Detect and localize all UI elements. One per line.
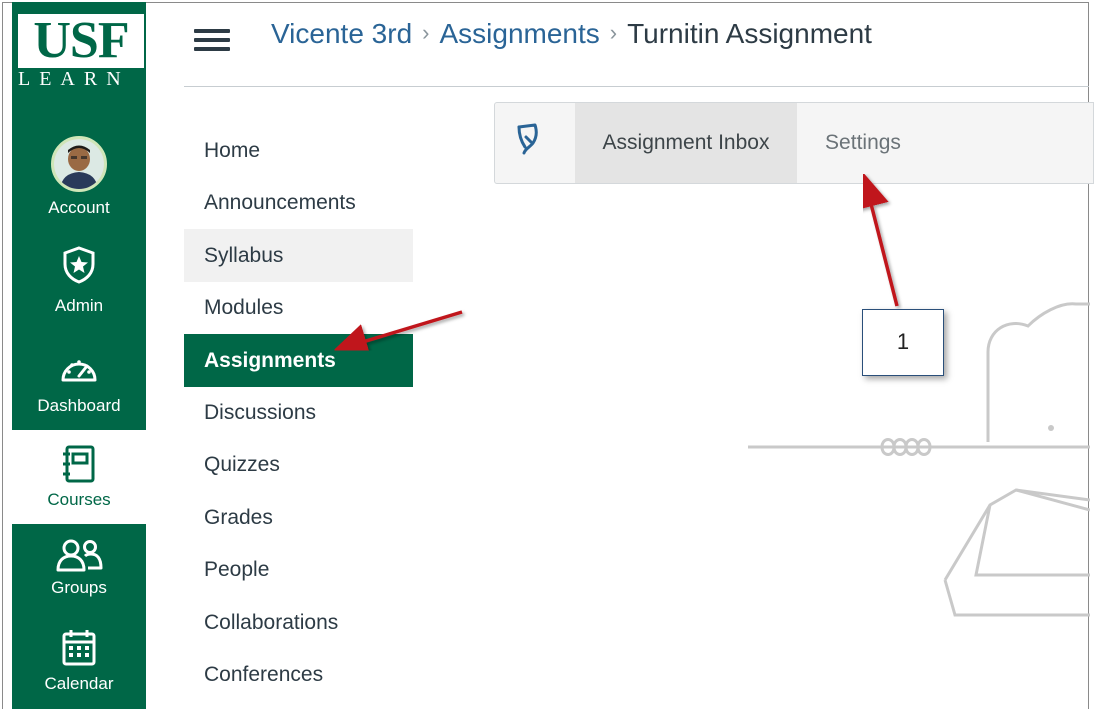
course-nav-quizzes[interactable]: Quizzes: [184, 438, 413, 491]
global-nav-label: Groups: [51, 578, 107, 597]
tab-assignment-inbox[interactable]: Assignment Inbox: [575, 103, 797, 183]
course-nav-announcements[interactable]: Announcements: [184, 176, 413, 229]
usf-learn-logo[interactable]: USF LEARN: [12, 2, 146, 122]
global-nav-label: Dashboard: [37, 396, 121, 415]
global-nav-label: Courses: [47, 490, 111, 509]
logo-usf-text: USF: [18, 14, 144, 68]
breadcrumb-course-link[interactable]: Vicente 3rd: [271, 18, 412, 49]
course-nav-home[interactable]: Home: [184, 124, 413, 177]
shield-star-icon: [63, 246, 95, 284]
header-divider: [184, 86, 1089, 87]
global-nav-admin[interactable]: Admin: [12, 234, 146, 328]
hamburger-menu-icon[interactable]: [194, 29, 230, 51]
course-nav-discussions[interactable]: Discussions: [184, 386, 413, 439]
tab-settings[interactable]: Settings: [797, 103, 929, 183]
global-nav-groups[interactable]: Groups: [12, 528, 146, 620]
annotation-callout: 1: [862, 309, 944, 376]
turnitin-icon[interactable]: [495, 103, 575, 183]
notebook-icon: [63, 445, 95, 483]
course-nav-assignments[interactable]: Assignments: [184, 334, 413, 387]
course-nav-grades[interactable]: Grades: [184, 491, 413, 544]
breadcrumb: Vicente 3rd › Assignments › Turnitin Assignm…: [271, 18, 872, 50]
avatar: [51, 136, 107, 192]
course-nav-people[interactable]: People: [184, 543, 413, 596]
global-nav-label: Account: [48, 198, 110, 217]
global-navigation: USF LEARN Account Admin Dashboard Course…: [12, 2, 146, 709]
breadcrumb-current-page: Turnitin Assignment: [627, 18, 872, 49]
global-nav-label: Admin: [54, 296, 104, 315]
canvas-page: USF LEARN Account Admin Dashboard Course…: [0, 0, 1096, 709]
course-nav-modules[interactable]: Modules: [184, 281, 413, 334]
calendar-icon: [62, 630, 96, 666]
speedometer-icon: [61, 360, 97, 382]
global-nav-dashboard[interactable]: Dashboard: [12, 332, 146, 428]
breadcrumb-assignments-link[interactable]: Assignments: [439, 18, 599, 49]
people-icon: [56, 539, 103, 572]
global-nav-calendar[interactable]: Calendar: [12, 620, 146, 709]
course-nav-syllabus[interactable]: Syllabus: [184, 229, 413, 282]
course-nav-collaborations[interactable]: Collaborations: [184, 596, 413, 649]
logo-learn-text: LEARN: [18, 68, 130, 90]
breadcrumb-separator: ›: [609, 20, 618, 45]
global-nav-account[interactable]: Account: [12, 130, 146, 230]
breadcrumb-separator: ›: [422, 20, 430, 45]
course-nav-conferences[interactable]: Conferences: [184, 648, 413, 701]
global-nav-label: Calendar: [44, 674, 114, 693]
turnitin-toolbar: Assignment Inbox Settings: [494, 102, 1094, 184]
global-nav-courses[interactable]: Courses: [12, 430, 146, 524]
user-photo-icon: [54, 139, 104, 189]
